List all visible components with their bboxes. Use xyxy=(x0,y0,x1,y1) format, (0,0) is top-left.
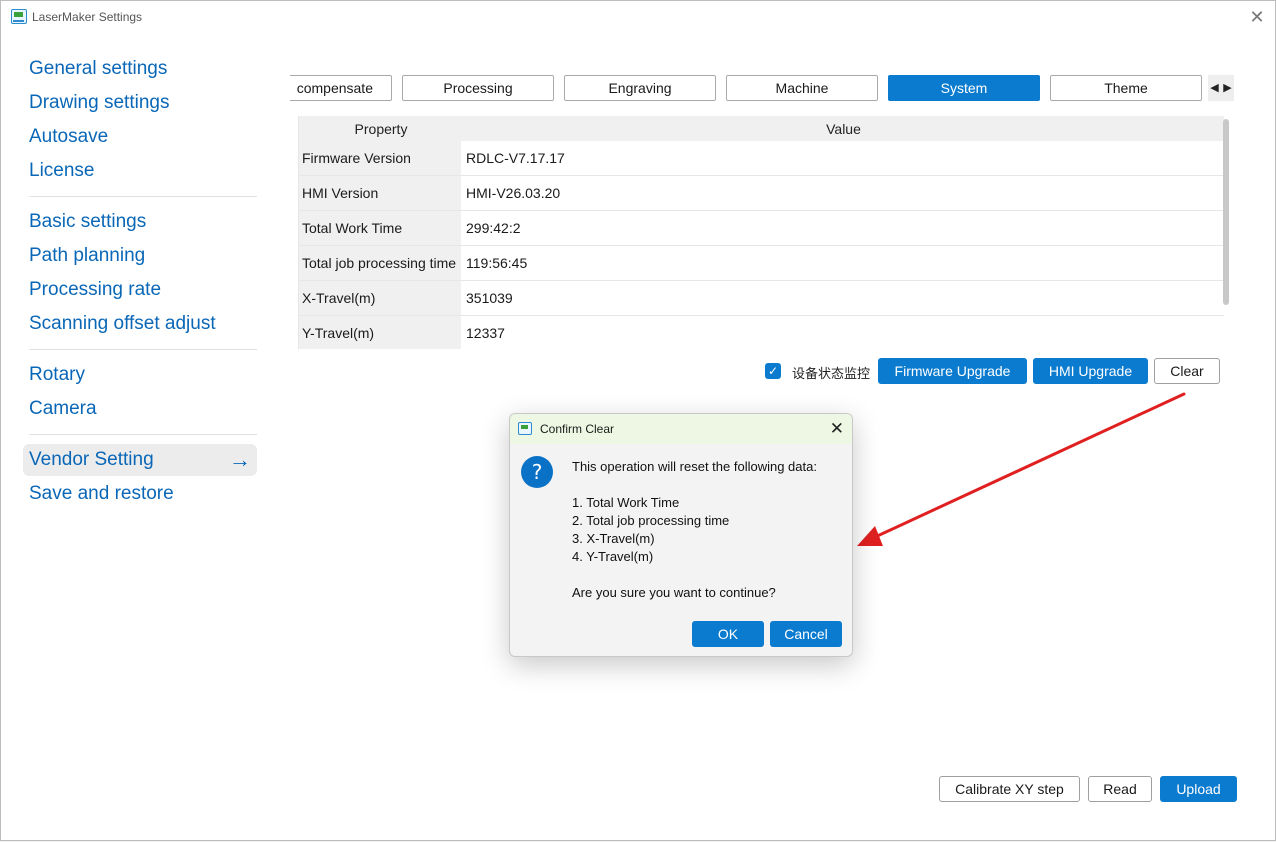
value-cell: 12337 xyxy=(463,316,1224,349)
firmware-upgrade-button[interactable]: Firmware Upgrade xyxy=(878,358,1027,384)
sidebar-item[interactable]: Vendor Setting → xyxy=(23,444,257,476)
read-button[interactable]: Read xyxy=(1088,776,1152,802)
dialog-message: This operation will reset the following … xyxy=(572,458,817,602)
sidebar-item[interactable]: Scanning offset adjust xyxy=(23,308,257,340)
settings-tabs: Theme System Machine Engraving Processing com… xyxy=(290,75,1238,101)
tab-compensate[interactable]: compensate xyxy=(290,75,392,101)
value-cell: 351039 xyxy=(463,281,1224,315)
property-cell: Y-Travel(m) xyxy=(299,316,463,349)
sidebar-item[interactable]: Drawing settings xyxy=(23,87,257,119)
table-header: Property Value xyxy=(299,116,1224,141)
sidebar-item-label: General settings xyxy=(29,58,168,79)
table-row[interactable]: Firmware Version RDLC-V7.17.17 xyxy=(299,141,1224,176)
device-monitor-checkbox[interactable]: ✓ xyxy=(765,363,781,379)
table-row[interactable]: HMI Version HMI-V26.03.20 xyxy=(299,176,1224,211)
dialog-app-icon xyxy=(518,422,532,435)
sidebar-item[interactable]: Processing rate xyxy=(23,274,257,306)
question-icon: ? xyxy=(521,456,553,488)
dialog-close-icon[interactable]: ✕ xyxy=(830,419,844,439)
sidebar-divider xyxy=(29,349,257,350)
table-row[interactable]: X-Travel(m) 351039 xyxy=(299,281,1224,316)
dialog-question: Are you sure you want to continue? xyxy=(572,585,776,600)
dialog-title: Confirm Clear xyxy=(540,422,615,436)
clear-button[interactable]: Clear xyxy=(1154,358,1220,384)
device-monitor-label: 设备状态监控 xyxy=(792,366,871,381)
table-body: Firmware Version RDLC-V7.17.17 HMI Version… xyxy=(299,141,1224,349)
value-cell: RDLC-V7.17.17 xyxy=(463,141,1224,175)
sidebar-item[interactable]: Path planning xyxy=(23,240,257,272)
ok-button[interactable]: OK xyxy=(692,621,764,647)
upload-button[interactable]: Upload xyxy=(1160,776,1237,802)
value-cell: 299:42:2 xyxy=(463,211,1224,245)
sidebar-item-label: Basic settings xyxy=(29,211,147,232)
table-row[interactable]: Total job processing time 119:56:45 xyxy=(299,246,1224,281)
dialog-intro: This operation will reset the following … xyxy=(572,459,817,474)
sidebar-item-label: Autosave xyxy=(29,126,109,147)
tab-scroll-arrows: ◀ ▶ xyxy=(1208,75,1234,101)
dialog-item-list: 1. Total Work Time 2. Total job processin… xyxy=(572,494,817,566)
property-cell: Firmware Version xyxy=(299,141,463,175)
sidebar-divider xyxy=(29,434,257,435)
sidebar-item-label: Save and restore xyxy=(29,483,174,504)
arrow-right-icon: → xyxy=(229,447,251,472)
column-header-property: Property xyxy=(354,120,408,137)
sidebar-item-label: License xyxy=(29,160,95,181)
table-row[interactable]: Total Work Time 299:42:2 xyxy=(299,211,1224,246)
sidebar-item[interactable]: Rotary xyxy=(23,359,257,391)
sidebar-item[interactable]: License xyxy=(23,155,257,187)
tab-scroll-right-icon[interactable]: ▶ xyxy=(1221,75,1234,101)
dialog-list-item: 4. Y-Travel(m) xyxy=(572,549,654,564)
dialog-title-bar: Confirm Clear ✕ xyxy=(510,414,852,444)
sidebar-item-label: Processing rate xyxy=(29,279,162,300)
sidebar-item-label: Camera xyxy=(29,398,97,419)
sidebar-item[interactable]: Save and restore xyxy=(23,478,257,510)
tab-processing[interactable]: Processing xyxy=(402,75,554,101)
tab-scroll-left-icon[interactable]: ◀ xyxy=(1208,75,1221,101)
table-scrollbar[interactable] xyxy=(1223,119,1229,305)
dialog-list-item: 1. Total Work Time xyxy=(572,495,680,510)
tab-machine[interactable]: Machine xyxy=(726,75,878,101)
sidebar-item-label: Scanning offset adjust xyxy=(29,313,216,334)
sidebar-item-label: Vendor Setting xyxy=(29,449,154,470)
property-table: Property Value Firmware Version RDLC-V7.1… xyxy=(298,116,1224,349)
value-cell: 119:56:45 xyxy=(463,246,1224,280)
table-row[interactable]: Y-Travel(m) 12337 xyxy=(299,316,1224,349)
property-cell: Total Work Time xyxy=(299,211,463,245)
tab-theme[interactable]: Theme xyxy=(1050,75,1202,101)
property-cell: Total job processing time xyxy=(299,246,463,280)
sidebar-nav: General settings Drawing settings Autosave… xyxy=(23,51,257,512)
hmi-upgrade-button[interactable]: HMI Upgrade xyxy=(1033,358,1148,384)
value-cell: HMI-V26.03.20 xyxy=(463,176,1224,210)
sidebar-item-label: Rotary xyxy=(29,364,85,385)
app-logo-icon xyxy=(11,9,27,24)
sidebar-item[interactable]: Basic settings xyxy=(23,206,257,238)
sidebar-divider xyxy=(29,196,257,197)
dialog-list-item: 3. X-Travel(m) xyxy=(572,531,655,546)
column-header-value: Value xyxy=(826,120,861,137)
sidebar-item[interactable]: Autosave xyxy=(23,121,257,153)
sidebar-item[interactable]: General settings xyxy=(23,53,257,85)
sidebar-item[interactable]: Camera xyxy=(23,393,257,425)
dialog-list-item: 2. Total job processing time xyxy=(572,513,730,528)
cancel-button[interactable]: Cancel xyxy=(770,621,842,647)
property-cell: X-Travel(m) xyxy=(299,281,463,315)
settings-window: LaserMaker Settings ✕ General settings Dr… xyxy=(0,0,1276,841)
sidebar-item-label: Drawing settings xyxy=(29,92,170,113)
sidebar-item-label: Path planning xyxy=(29,245,146,266)
property-cell: HMI Version xyxy=(299,176,463,210)
calibrate-xy-step-button[interactable]: Calibrate XY step xyxy=(939,776,1080,802)
tab-engraving[interactable]: Engraving xyxy=(564,75,716,101)
window-title: LaserMaker Settings xyxy=(32,10,143,24)
window-close-icon[interactable]: ✕ xyxy=(1247,7,1267,27)
confirm-clear-dialog: Confirm Clear ✕ ? This operation will re… xyxy=(509,413,853,657)
tab-system[interactable]: System xyxy=(888,75,1040,101)
title-bar: LaserMaker Settings ✕ xyxy=(1,1,1275,33)
